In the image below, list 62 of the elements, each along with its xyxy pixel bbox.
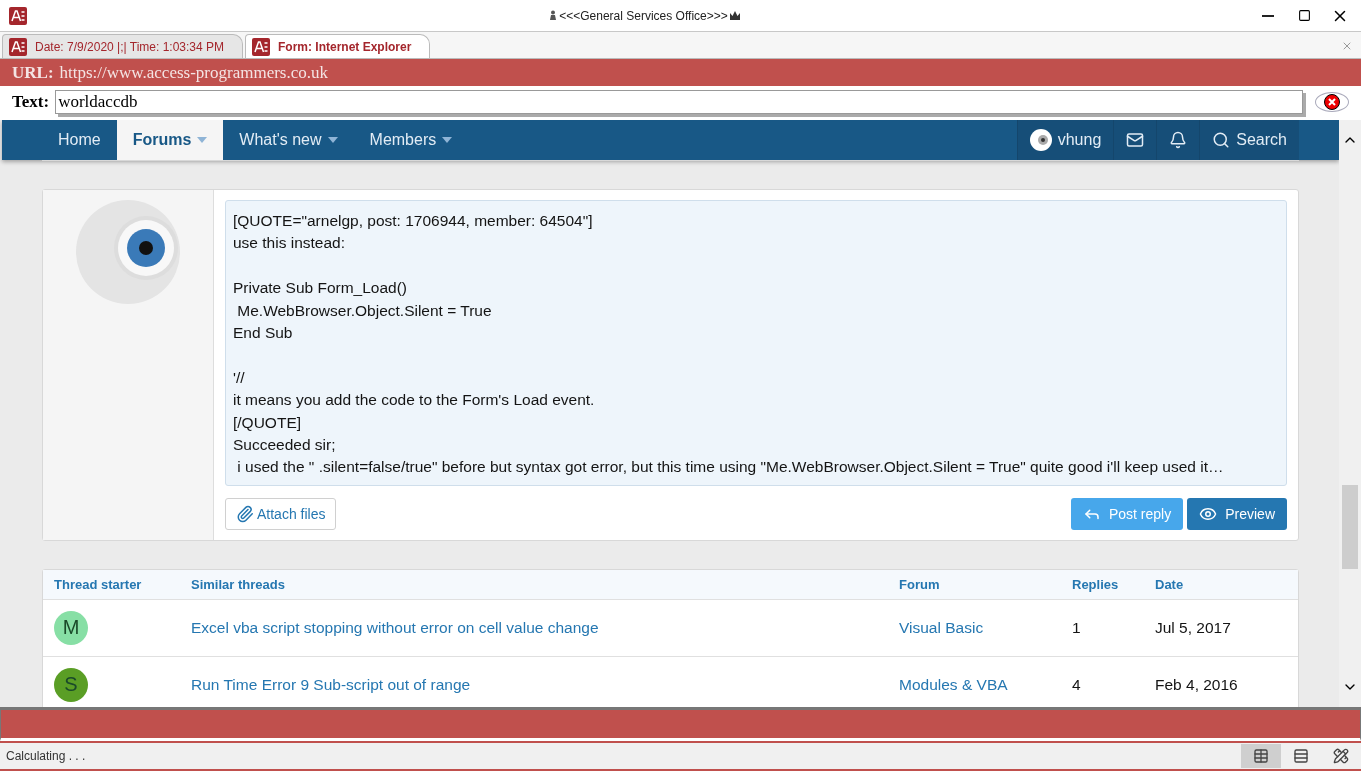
attach-files-button[interactable]: Attach files [225, 497, 337, 530]
thread-link[interactable]: Run Time Error 9 Sub-script out of range [191, 675, 471, 693]
date-cell-text: Jul 5, 2017 [1155, 618, 1232, 637]
close-tab-icon[interactable] [1341, 40, 1353, 52]
message-line: use this instead: [233, 233, 346, 254]
nav-tab[interactable]: Home [42, 120, 117, 160]
message-line: it means you add the code to the Form's Load event. [233, 390, 596, 411]
search-button[interactable]: Search [1199, 120, 1299, 160]
user-menu[interactable]: vhung [1016, 120, 1114, 160]
nav-tab[interactable]: Forums [116, 120, 224, 160]
message-line: End Sub [233, 323, 294, 343]
replies-cell-text: 4 [1072, 675, 1082, 694]
scrollbar[interactable] [1339, 120, 1361, 707]
document-tab[interactable]: Date: 7/9/2020 |;| Time: 1:03:34 PM [2, 34, 243, 58]
minimize-icon [1262, 14, 1274, 17]
message-line: [/QUOTE] [233, 412, 303, 433]
user-avatar-icon [1029, 129, 1052, 151]
date-cell-text: Feb 4, 2016 [1155, 675, 1239, 694]
paperclip-icon [236, 504, 254, 523]
form-icon [252, 37, 270, 56]
scroll-thumb[interactable] [1342, 485, 1358, 569]
forum-link[interactable]: Visual Basic [899, 618, 984, 636]
message-line: Succeeded sir; [233, 435, 337, 456]
message-line: [QUOTE="arnelgp, post: 1706944, member: 64504"] [233, 211, 594, 231]
message-editor[interactable] [225, 200, 1287, 486]
clear-button[interactable] [1315, 92, 1349, 112]
nav-tab[interactable]: Members [353, 120, 469, 160]
layout-view-icon [1293, 748, 1309, 764]
form-icon [9, 37, 27, 56]
maximize-icon [1297, 9, 1311, 22]
crown-icon [729, 11, 740, 20]
message-line: i used the " .silent=false/true" before but syntax got error, but this time using "Me.WebBrowser.Object.Silent = True" quite good i'll keep used it… [236, 457, 1225, 478]
avatar: M [54, 610, 88, 645]
design-view-icon [1333, 748, 1349, 764]
pawn-icon [549, 10, 558, 21]
column-header: Replies [1072, 576, 1120, 592]
text-field[interactable]: worldaccdb [55, 90, 1303, 114]
message-line: '// [233, 367, 246, 388]
column-header: Forum [899, 576, 941, 592]
thread-link[interactable]: Excel vba script stopping without error on cell value change [191, 618, 599, 636]
preview-button[interactable]: Preview [1187, 497, 1287, 530]
column-header: Similar threads [191, 576, 286, 592]
replies-cell-text: 1 [1072, 618, 1082, 637]
form-view-icon [1253, 748, 1269, 764]
status-text: Calculating . . . [5, 749, 87, 763]
text-label: Text: [12, 92, 50, 112]
message-line: Private Sub Form_Load() [233, 278, 409, 299]
search-icon [1212, 131, 1231, 149]
column-header: Thread starter [54, 576, 143, 592]
nav-tab[interactable]: What's new [223, 120, 354, 160]
url-text: https://www.access-programmers.co.uk [59, 62, 329, 83]
window-title: <<<General Services Office>>> [559, 8, 728, 23]
avatar: S [54, 667, 88, 702]
app-logo-icon [9, 6, 27, 25]
message-line: Me.WebBrowser.Object.Silent = True [236, 300, 493, 321]
column-header: Date [1155, 576, 1185, 592]
view-button[interactable] [1241, 744, 1281, 768]
url-label: URL: [12, 62, 54, 83]
document-tab[interactable]: Form: Internet Explorer [245, 34, 431, 58]
bell-icon[interactable] [1156, 120, 1200, 160]
forum-link[interactable]: Modules & VBA [899, 675, 1008, 693]
mail-icon[interactable] [1113, 120, 1157, 160]
